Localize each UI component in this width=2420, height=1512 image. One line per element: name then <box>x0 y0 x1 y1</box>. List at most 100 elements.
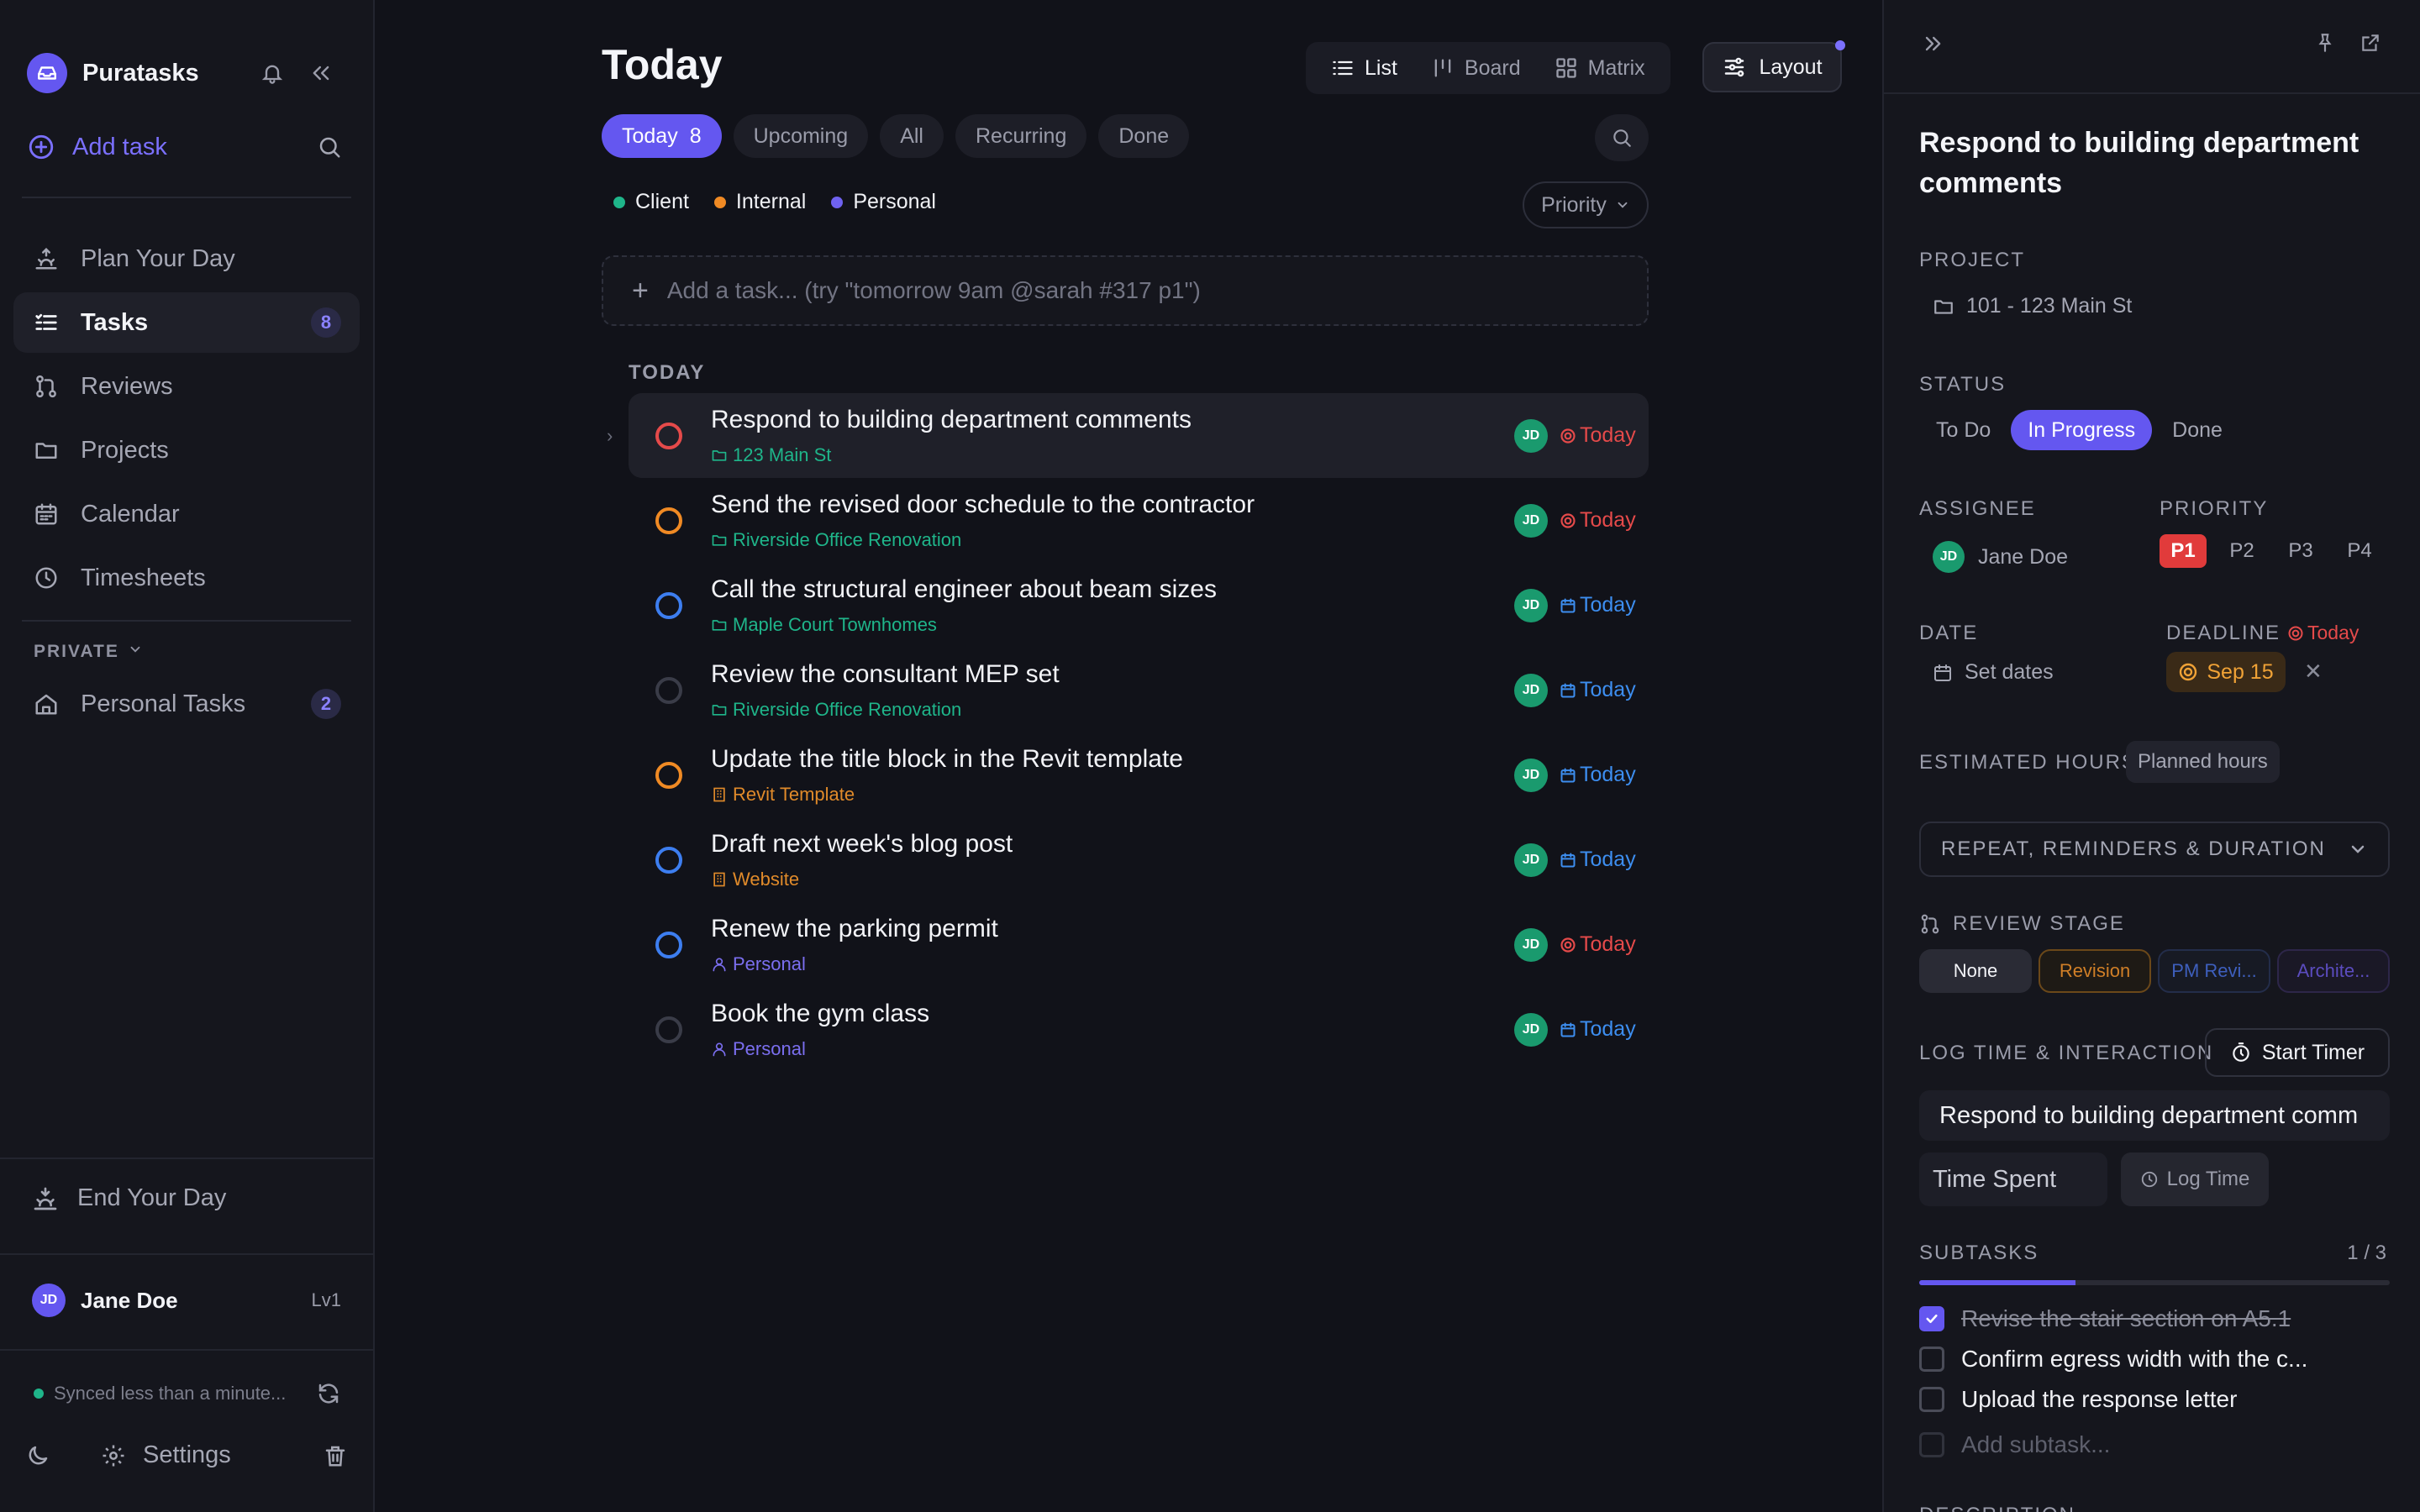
project-selector[interactable]: 101 - 123 Main St <box>1933 294 2132 318</box>
avatar[interactable]: JD <box>1514 927 1548 962</box>
clear-deadline-icon[interactable]: ✕ <box>2304 659 2323 685</box>
task-complete-checkbox[interactable] <box>655 591 682 619</box>
task-due[interactable]: Today <box>1560 932 1649 957</box>
end-your-day-button[interactable]: End Your Day <box>32 1184 226 1212</box>
sidebar-item-personal-tasks[interactable]: Personal Tasks 2 <box>13 674 360 734</box>
assignee-selector[interactable]: JD Jane Doe <box>1933 541 2068 573</box>
close-panel-icon[interactable] <box>1921 32 1944 55</box>
sidebar-item-tasks[interactable]: Tasks 8 <box>13 292 360 353</box>
task-search-button[interactable] <box>1595 114 1649 161</box>
bell-icon[interactable] <box>254 55 291 92</box>
view-matrix-button[interactable]: Matrix <box>1538 48 1662 88</box>
legend-item-internal[interactable]: Internal <box>713 190 806 214</box>
task-complete-checkbox[interactable] <box>655 761 682 789</box>
legend-item-personal[interactable]: Personal <box>831 190 936 214</box>
checkbox-icon[interactable] <box>1919 1347 1944 1372</box>
task-project[interactable]: Website <box>711 869 1514 890</box>
tab-all[interactable]: All <box>880 114 944 158</box>
task-complete-checkbox[interactable] <box>655 422 682 449</box>
chevron-right-icon[interactable]: › <box>607 425 613 447</box>
task-row[interactable]: › Respond to building department comments… <box>607 393 1649 478</box>
repeat-reminders-dropdown[interactable]: REPEAT, REMINDERS & DURATION <box>1919 822 2390 877</box>
sidebar-item-reviews[interactable]: Reviews <box>13 356 360 417</box>
task-row[interactable]: Call the structural engineer about beam … <box>629 563 1649 648</box>
avatar[interactable]: JD <box>1514 1012 1548 1047</box>
sidebar-item-projects[interactable]: Projects <box>13 420 360 480</box>
task-complete-checkbox[interactable] <box>655 846 682 874</box>
task-due[interactable]: Today <box>1560 678 1649 702</box>
task-project[interactable]: Riverside Office Renovation <box>711 699 1514 721</box>
task-due[interactable]: Today <box>1560 593 1649 617</box>
collapse-sidebar-icon[interactable] <box>302 55 339 92</box>
task-due[interactable]: Today <box>1560 763 1649 787</box>
task-complete-checkbox[interactable] <box>655 507 682 534</box>
task-project[interactable]: 123 Main St <box>711 444 1514 466</box>
settings-button[interactable]: Settings <box>101 1441 323 1469</box>
search-icon[interactable] <box>311 129 348 165</box>
avatar[interactable]: JD <box>1514 503 1548 538</box>
time-spent-input[interactable]: Time Spent <box>1919 1152 2107 1206</box>
log-time-button[interactable]: Log Time <box>2121 1152 2269 1206</box>
view-list-button[interactable]: List <box>1314 48 1414 88</box>
task-due[interactable]: Today <box>1560 1017 1649 1042</box>
add-subtask-input[interactable]: Add subtask... <box>1919 1428 2390 1462</box>
estimated-hours-input[interactable]: Planned hours <box>2126 741 2280 783</box>
review-option-none[interactable]: None <box>1919 949 2032 993</box>
task-complete-checkbox[interactable] <box>655 1016 682 1043</box>
private-section-toggle[interactable]: PRIVATE <box>34 642 143 662</box>
start-timer-button[interactable]: Start Timer <box>2205 1028 2390 1077</box>
subtask-item[interactable]: Upload the response letter <box>1919 1383 2390 1416</box>
moon-icon[interactable] <box>25 1443 50 1468</box>
trash-icon[interactable] <box>323 1443 348 1468</box>
tab-today[interactable]: Today 8 <box>602 114 722 158</box>
checkbox-icon[interactable] <box>1919 1306 1944 1331</box>
deadline-chip[interactable]: Sep 15 <box>2166 652 2286 692</box>
task-row[interactable]: Renew the parking permit Personal JD Today <box>629 902 1649 987</box>
avatar[interactable]: JD <box>1514 758 1548 792</box>
priority-option-p3[interactable]: P3 <box>2277 534 2324 568</box>
layout-button[interactable]: Layout <box>1702 42 1842 92</box>
task-row[interactable]: Draft next week's blog post Website JD Toda… <box>629 817 1649 902</box>
task-due[interactable]: Today <box>1560 848 1649 872</box>
view-board-button[interactable]: Board <box>1414 48 1538 88</box>
task-due[interactable]: Today <box>1560 508 1649 533</box>
log-description-input[interactable]: Respond to building department comm <box>1919 1090 2390 1141</box>
avatar[interactable]: JD <box>1514 673 1548 707</box>
user-profile[interactable]: JD Jane Doe Lv1 <box>32 1284 341 1317</box>
task-row[interactable]: Update the title block in the Revit temp… <box>629 732 1649 817</box>
sidebar-item-calendar[interactable]: Calendar <box>13 484 360 544</box>
review-option-architect[interactable]: Archite... <box>2277 949 2390 993</box>
task-row[interactable]: Review the consultant MEP set Riverside O… <box>629 648 1649 732</box>
task-project[interactable]: Revit Template <box>711 784 1514 806</box>
priority-option-p2[interactable]: P2 <box>2218 534 2265 568</box>
tab-recurring[interactable]: Recurring <box>955 114 1087 158</box>
avatar[interactable]: JD <box>1514 418 1548 453</box>
subtask-item[interactable]: Confirm egress width with the c... <box>1919 1342 2390 1376</box>
avatar[interactable]: JD <box>1514 843 1548 877</box>
review-option-revision[interactable]: Revision <box>2039 949 2151 993</box>
refresh-icon[interactable] <box>316 1381 341 1406</box>
status-option[interactable]: In Progress <box>2011 410 2153 450</box>
priority-option-p1[interactable]: P1 <box>2160 534 2207 568</box>
status-option[interactable]: Done <box>2155 410 2239 450</box>
task-row[interactable]: Send the revised door schedule to the co… <box>629 478 1649 563</box>
add-task-button[interactable]: Add task <box>27 126 348 168</box>
task-row[interactable]: Book the gym class Personal JD Today <box>629 987 1649 1072</box>
pin-icon[interactable] <box>2314 32 2336 54</box>
task-complete-checkbox[interactable] <box>655 676 682 704</box>
review-option-pm-review[interactable]: PM Revi... <box>2158 949 2270 993</box>
sort-priority-dropdown[interactable]: Priority <box>1523 181 1649 228</box>
tab-upcoming[interactable]: Upcoming <box>733 114 869 158</box>
open-external-icon[interactable] <box>2360 32 2381 54</box>
sidebar-item-plan-your-day[interactable]: Plan Your Day <box>13 228 360 289</box>
sidebar-item-timesheets[interactable]: Timesheets <box>13 548 360 608</box>
task-project[interactable]: Personal <box>711 953 1514 975</box>
quick-add-input[interactable]: + Add a task... (try "tomorrow 9am @sara… <box>602 255 1649 326</box>
status-option[interactable]: To Do <box>1919 410 2007 450</box>
checkbox-icon[interactable] <box>1919 1387 1944 1412</box>
task-project[interactable]: Riverside Office Renovation <box>711 529 1514 551</box>
avatar[interactable]: JD <box>1514 588 1548 622</box>
legend-item-client[interactable]: Client <box>613 190 689 214</box>
task-due[interactable]: Today <box>1560 423 1649 448</box>
task-complete-checkbox[interactable] <box>655 931 682 958</box>
